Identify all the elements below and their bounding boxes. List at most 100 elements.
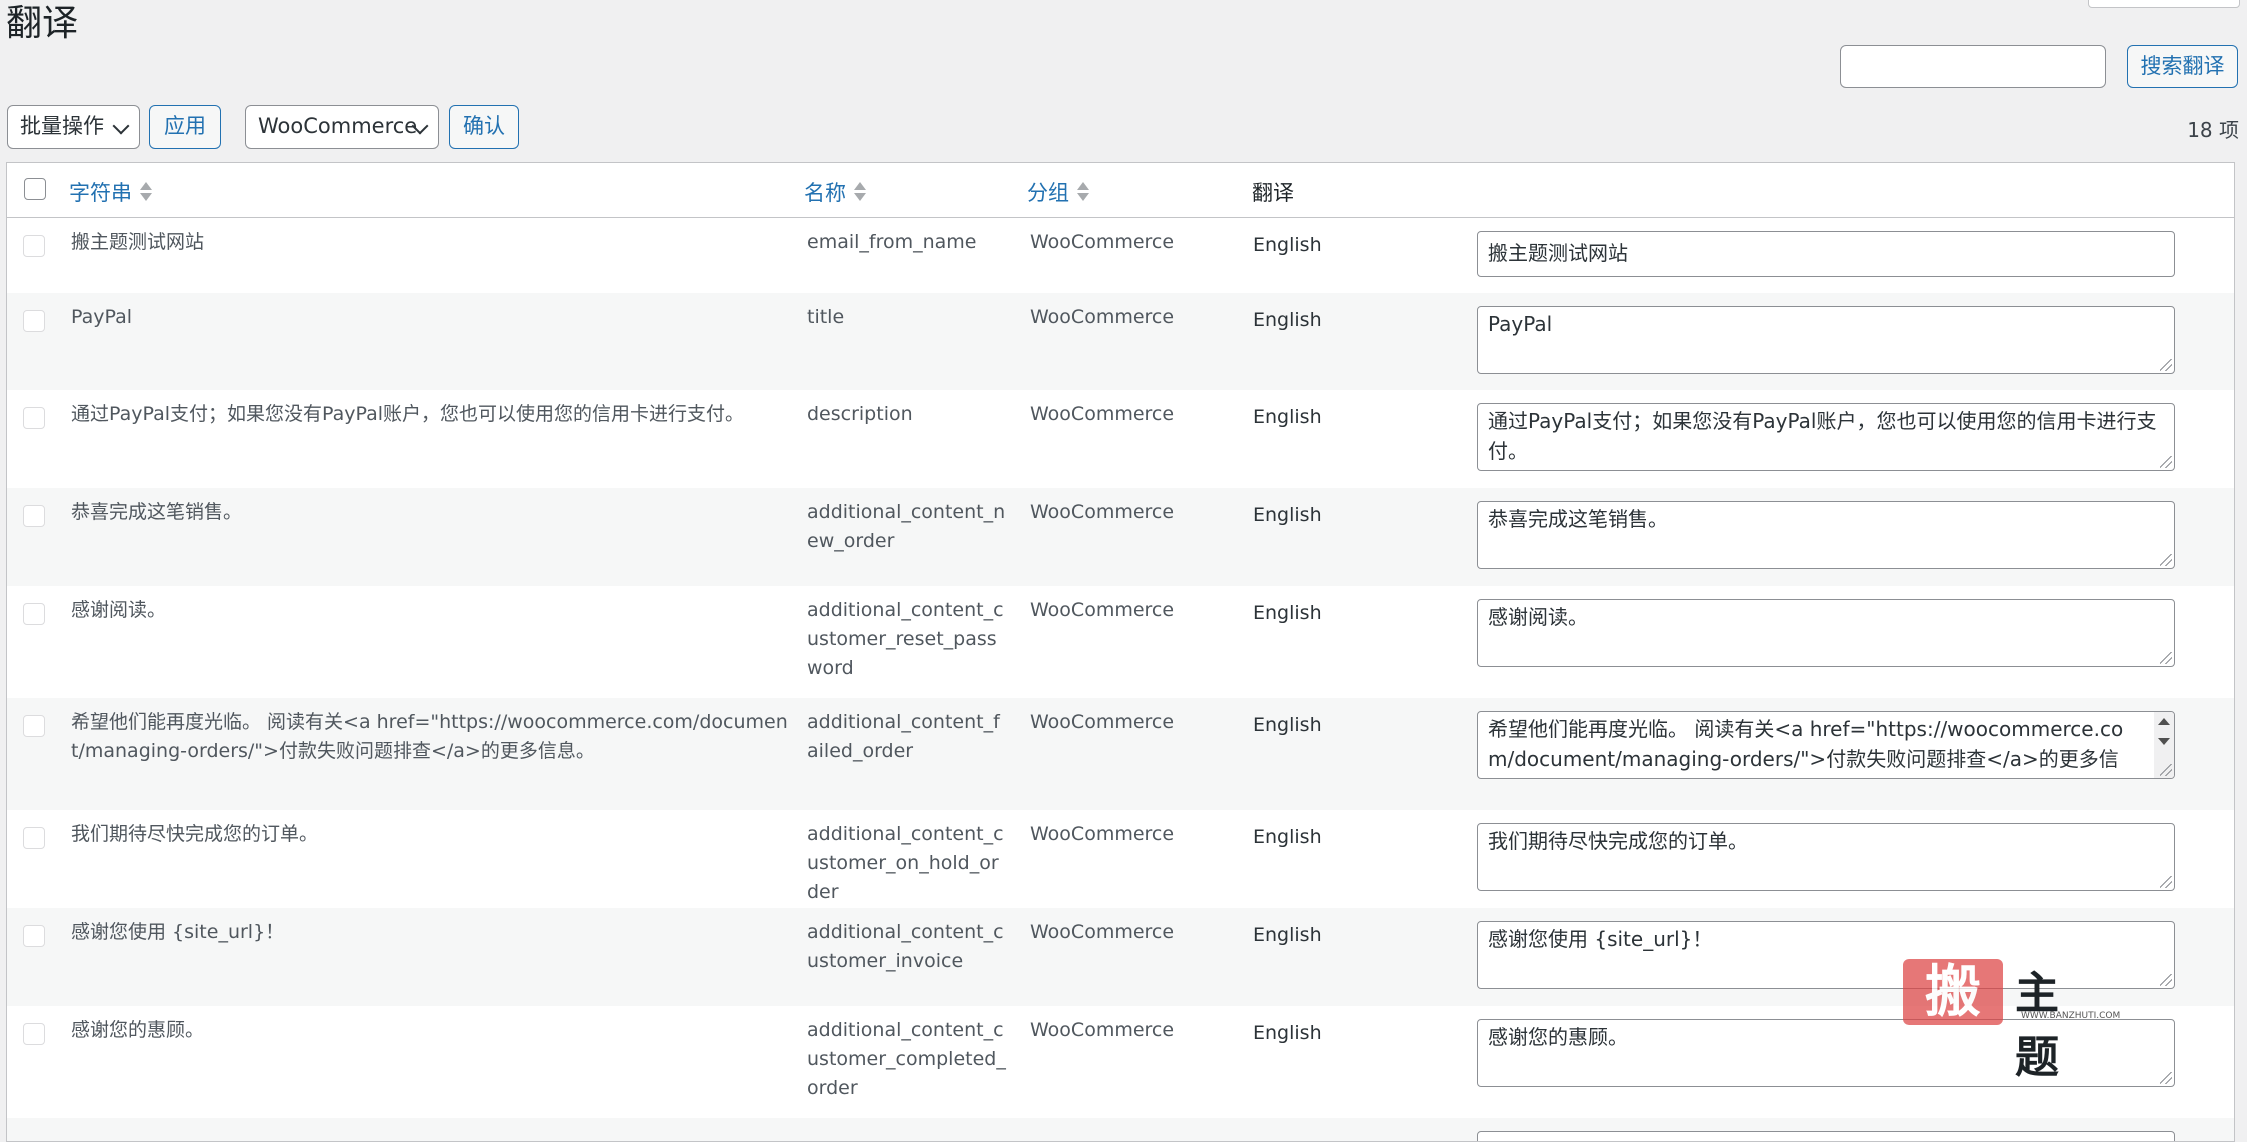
column-group[interactable]: 分组 [1027,177,1089,207]
row-string: 通过PayPal支付；如果您没有PayPal账户，您也可以使用您的信用卡进行支付… [71,403,745,425]
sort-icon [140,181,152,203]
table-header: 字符串 名称 分组 翻译 [7,163,2234,218]
row-checkbox[interactable] [23,827,45,849]
row-group: WooCommerce [1030,921,1175,943]
bulk-action-select[interactable]: 批量操作 [7,105,140,149]
row-language: English [1253,234,1322,256]
chevron-down-icon [112,117,130,135]
resize-handle-icon[interactable] [2160,359,2172,371]
row-language: English [1253,826,1322,848]
row-checkbox[interactable] [23,1023,45,1045]
row-string: PayPal [71,306,133,328]
row-checkbox[interactable] [23,235,45,257]
row-language: English [1253,504,1322,526]
row-name: additional_content_new_order [807,501,1006,552]
row-group: WooCommerce [1030,306,1175,328]
resize-handle-icon[interactable] [2160,652,2172,664]
column-string-label: 字符串 [69,181,132,205]
column-string[interactable]: 字符串 [69,177,152,207]
translation-textarea[interactable]: 希望他们能再度光临。 阅读有关<a href="https://woocomme… [1477,711,2175,779]
row-language: English [1253,924,1322,946]
resize-handle-icon[interactable] [2160,456,2172,468]
watermark-text: 主题 [2015,968,2081,1083]
bulk-action-label: 批量操作 [20,114,104,138]
row-language: English [1253,714,1322,736]
group-filter-label: WooCommerce [258,114,418,138]
column-translation: 翻译 [1252,181,1294,205]
row-checkbox[interactable] [23,407,45,429]
search-translations-button[interactable]: 搜索翻译 [2127,45,2238,88]
translation-textarea[interactable]: PayPal [1477,306,2175,374]
row-name: title [807,306,845,328]
row-group: WooCommerce [1030,403,1175,425]
row-group: WooCommerce [1030,599,1175,621]
table-row: 搬主题测试网站 email_from_name WooCommerce Engl… [7,218,2234,293]
table-row: 通过PayPal支付；如果您没有PayPal账户，您也可以使用您的信用卡进行支付… [7,390,2234,488]
row-string: 感谢阅读。 [71,599,167,621]
translation-text: PayPal [1488,312,1553,336]
row-name: description [807,403,913,425]
confirm-button[interactable]: 确认 [449,105,519,149]
apply-button[interactable]: 应用 [149,105,221,149]
row-name: additional_content_customer_on_hold_orde… [807,823,1004,903]
row-string: 恭喜完成这笔销售。 [71,501,243,523]
table-row: 感谢您的惠顾。 additional_content_customer_comp… [7,1006,2234,1118]
row-group: WooCommerce [1030,231,1175,253]
row-checkbox[interactable] [23,310,45,332]
row-string: 搬主题测试网站 [71,231,205,253]
scroll-up-icon[interactable] [2158,718,2170,725]
table-row: PayPal title WooCommerce English PayPal [7,293,2234,390]
row-checkbox[interactable] [23,603,45,625]
translation-text: 通过PayPal支付；如果您没有PayPal账户，您也可以使用您的信用卡进行支付… [1488,409,2157,463]
translation-textarea[interactable]: 感谢阅读。 [1477,599,2175,667]
row-language: English [1253,602,1322,624]
translation-text: 感谢您使用 {site_url}！ [1488,927,1713,951]
select-all-checkbox[interactable] [24,178,46,200]
translation-text: 恭喜完成这笔销售。 [1488,507,1668,531]
row-group: WooCommerce [1030,1019,1175,1041]
table-row: 恭喜完成这笔销售。 additional_content_new_order W… [7,488,2234,586]
row-group: WooCommerce [1030,501,1175,523]
table-row: 希望他们能再度光临。 阅读有关<a href="https://woocomme… [7,698,2234,810]
row-group: WooCommerce [1030,823,1175,845]
scroll-down-icon[interactable] [2158,738,2170,745]
screen-options-button[interactable] [2088,0,2240,8]
row-checkbox[interactable] [23,505,45,527]
translation-text: 感谢您的惠顾。 [1488,1025,1628,1049]
translation-textarea[interactable]: 恭喜完成这笔销售。 [1477,501,2175,569]
row-language: English [1253,406,1322,428]
group-filter-select[interactable]: WooCommerce [245,105,439,149]
column-name[interactable]: 名称 [804,177,866,207]
table-row: 我们期待尽快完成您的订单。 additional_content_custome… [7,810,2234,908]
translation-text: 感谢阅读。 [1488,605,1588,629]
translation-textarea[interactable]: 我们期待尽快完成您的订单。 [1477,823,2175,891]
strings-table: 字符串 名称 分组 翻译 搬主题测试网站 email_from_name Woo… [6,162,2235,1142]
watermark-seal: 搬 [1903,959,2003,1025]
resize-handle-icon[interactable] [2160,764,2172,776]
column-name-label: 名称 [804,181,846,205]
row-name: email_from_name [807,231,977,253]
row-language: English [1253,309,1322,331]
row-checkbox[interactable] [23,925,45,947]
row-string: 希望他们能再度光临。 阅读有关<a href="https://woocomme… [71,711,788,762]
row-name: additional_content_failed_order [807,711,1000,762]
table-row: 感谢阅读。 additional_content_customer_reset_… [7,586,2234,698]
translation-input[interactable]: 搬主题测试网站 [1477,231,2175,277]
translation-text: 搬主题测试网站 [1488,241,1628,265]
watermark-logo: 搬 主题 WWW.BANZHUTI.COM [1903,955,2133,1083]
row-string: 感谢您的惠顾。 [71,1019,205,1041]
translation-textarea[interactable] [1477,1131,2175,1141]
row-checkbox[interactable] [23,715,45,737]
table-row [7,1118,2234,1141]
resize-handle-icon[interactable] [2160,1072,2172,1084]
resize-handle-icon[interactable] [2160,876,2172,888]
sort-icon [854,181,866,203]
translation-text: 希望他们能再度光临。 阅读有关<a href="https://woocomme… [1488,717,2124,778]
search-input[interactable] [1840,45,2106,88]
resize-handle-icon[interactable] [2160,554,2172,566]
row-group: WooCommerce [1030,711,1175,733]
resize-handle-icon[interactable] [2160,974,2172,986]
row-name: additional_content_customer_completed_or… [807,1019,1006,1099]
watermark-url: WWW.BANZHUTI.COM [2021,1011,2121,1021]
translation-textarea[interactable]: 通过PayPal支付；如果您没有PayPal账户，您也可以使用您的信用卡进行支付… [1477,403,2175,471]
